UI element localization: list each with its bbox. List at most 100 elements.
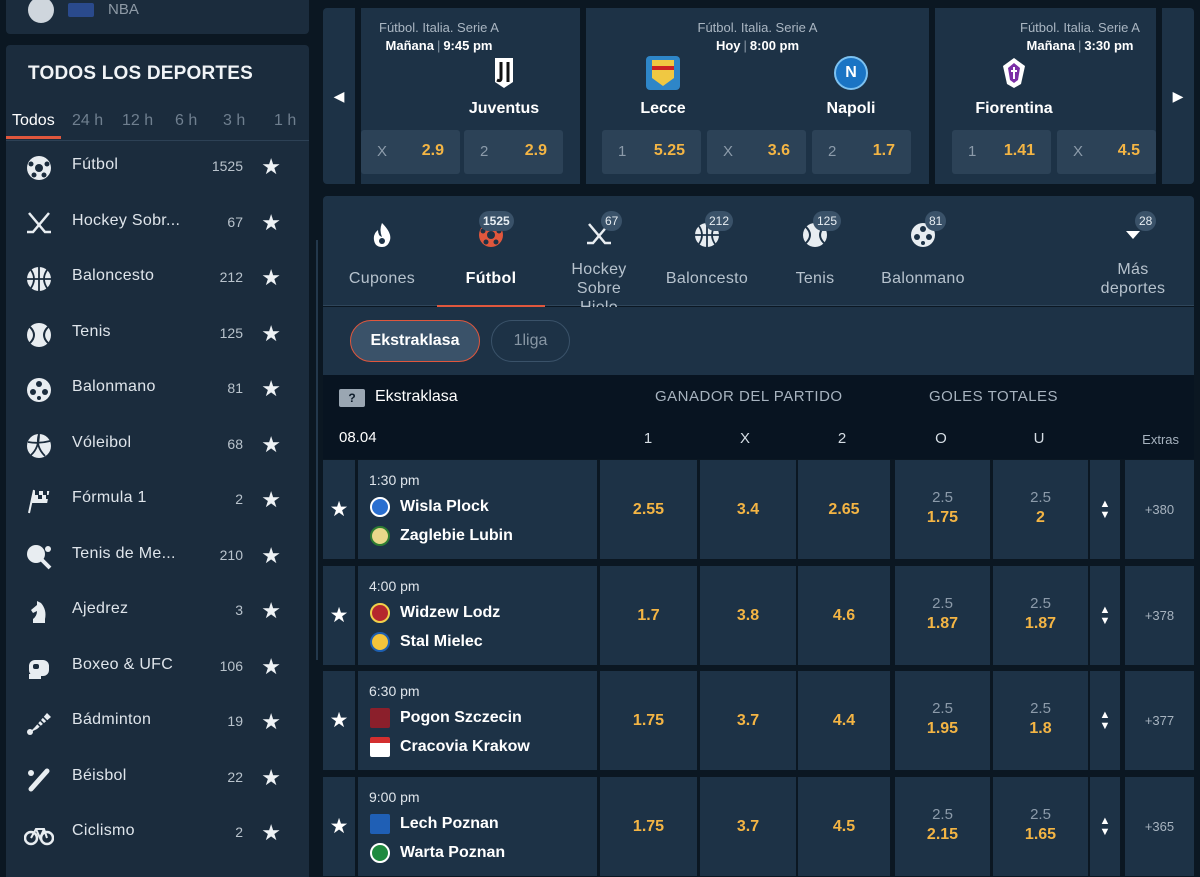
odd-2-button[interactable]: 4.4: [798, 671, 890, 770]
sidebar-item-tenis-de-mesa[interactable]: Tenis de Me... 210 ★: [6, 529, 309, 584]
odd-under-button[interactable]: 2.5 1.8: [993, 671, 1088, 770]
odd-1-button[interactable]: 1.7: [600, 566, 697, 665]
odd-x-button[interactable]: 3.8: [700, 566, 796, 665]
favorite-star-icon[interactable]: ★: [323, 777, 355, 876]
odd-button[interactable]: 2 2.9: [464, 130, 563, 174]
odd-2-button[interactable]: 4.6: [798, 566, 890, 665]
favorite-star-icon[interactable]: ★: [261, 487, 281, 513]
tab-balonmano[interactable]: 81 Balonmano: [871, 196, 975, 306]
odd-over-button[interactable]: 2.5 1.95: [895, 671, 990, 770]
card-away-team: Napoli: [826, 100, 876, 117]
match-info[interactable]: 6:30 pm Pogon Szczecin Cracovia Krakow: [358, 671, 597, 770]
match-info[interactable]: 9:00 pm Lech Poznan Warta Poznan: [358, 777, 597, 876]
odd-under-button[interactable]: 2.5 1.87: [993, 566, 1088, 665]
sidebar-item-hockey[interactable]: Hockey Sobr... 67 ★: [6, 196, 309, 251]
team-crest-icon: [370, 526, 390, 546]
time-filter-6h[interactable]: 6 h: [175, 111, 197, 139]
tennis-ball-icon: [24, 320, 54, 350]
sidebar-item-tenis[interactable]: Tenis 125 ★: [6, 307, 309, 362]
odd-label: 1: [618, 143, 627, 160]
odd-under-button[interactable]: 2.5 2: [993, 460, 1088, 559]
odd-x-button[interactable]: 3.7: [700, 671, 796, 770]
favorite-star-icon[interactable]: ★: [261, 210, 281, 236]
time-filter-3h[interactable]: 3 h: [223, 111, 245, 139]
odd-button[interactable]: 1 1.41: [952, 130, 1051, 174]
featured-match-card[interactable]: Fútbol. Italia. Serie A Hoy | 8:00 pm Lecc…: [586, 8, 929, 184]
sidebar-scrollbar[interactable]: [316, 240, 318, 660]
odd-1-button[interactable]: 1.75: [600, 777, 697, 876]
odd-button[interactable]: 2 1.7: [812, 130, 911, 174]
odd-2-button[interactable]: 2.65: [798, 460, 890, 559]
more-markets-button[interactable]: +380: [1125, 460, 1194, 559]
sidebar-item-ciclismo[interactable]: Ciclismo 2 ★: [6, 806, 309, 861]
line-switch-icon[interactable]: ▲ ▼: [1090, 777, 1120, 876]
league-pill-1liga[interactable]: 1liga: [491, 320, 570, 362]
odd-1-button[interactable]: 2.55: [600, 460, 697, 559]
featured-match-card[interactable]: Fútbol. Italia. Serie A Mañana | 3:30 pm F…: [935, 8, 1156, 184]
tab-count-badge: 125: [813, 211, 842, 231]
match-info[interactable]: 1:30 pm Wisla Plock Zaglebie Lubin: [358, 460, 597, 559]
favorite-star-icon[interactable]: ★: [323, 566, 355, 665]
favorite-star-icon[interactable]: ★: [323, 460, 355, 559]
featured-match-card[interactable]: Fútbol. Italia. Serie A Mañana | 9:45 pm J…: [361, 8, 580, 184]
favorite-star-icon[interactable]: ★: [261, 765, 281, 791]
sidebar-item-futbol[interactable]: Fútbol 1525 ★: [6, 140, 309, 195]
odd-1-button[interactable]: 1.75: [600, 671, 697, 770]
odd-button[interactable]: X 2.9: [361, 130, 460, 174]
time-filter-12h[interactable]: 12 h: [122, 111, 153, 139]
tab-tenis[interactable]: 125 Tenis: [771, 196, 859, 306]
favorite-star-icon[interactable]: ★: [261, 432, 281, 458]
line-switch-icon[interactable]: ▲ ▼: [1090, 671, 1120, 770]
odd-over-button[interactable]: 2.5 2.15: [895, 777, 990, 876]
favorite-star-icon[interactable]: ★: [261, 709, 281, 735]
favorite-star-icon[interactable]: ★: [323, 671, 355, 770]
odd-over-button[interactable]: 2.5 1.87: [895, 566, 990, 665]
time-filter-1h[interactable]: 1 h: [274, 111, 296, 139]
favorite-star-icon[interactable]: ★: [261, 376, 281, 402]
more-markets-button[interactable]: +377: [1125, 671, 1194, 770]
odd-button[interactable]: X 4.5: [1057, 130, 1156, 174]
favorite-star-icon[interactable]: ★: [261, 265, 281, 291]
odd-x-button[interactable]: 3.7: [700, 777, 796, 876]
favorite-star-icon[interactable]: ★: [261, 820, 281, 846]
odd-2-button[interactable]: 4.5: [798, 777, 890, 876]
carousel-next-button[interactable]: ▶: [1162, 8, 1194, 184]
team-crest-icon: [370, 737, 390, 757]
favorite-star-icon[interactable]: ★: [261, 543, 281, 569]
tab-cupones[interactable]: Cupones: [337, 196, 427, 306]
tab-futbol[interactable]: 1525 Fútbol: [437, 196, 545, 307]
sidebar-item-nba[interactable]: NBA: [6, 0, 309, 34]
more-markets-button[interactable]: +378: [1125, 566, 1194, 665]
odd-button[interactable]: 1 5.25: [602, 130, 701, 174]
time-filter-all[interactable]: Todos: [6, 111, 61, 139]
time-filter-24h[interactable]: 24 h: [72, 111, 103, 139]
odd-under-button[interactable]: 2.5 1.65: [993, 777, 1088, 876]
col-header-under: U: [1033, 430, 1045, 447]
sidebar-item-beisbol[interactable]: Béisbol 22 ★: [6, 751, 309, 806]
league-pill-ekstraklasa[interactable]: Ekstraklasa: [350, 320, 480, 362]
favorite-star-icon[interactable]: ★: [261, 598, 281, 624]
tab-mas-deportes[interactable]: 28 Más deportes: [1093, 196, 1173, 306]
sidebar-item-balonmano[interactable]: Balonmano 81 ★: [6, 362, 309, 417]
match-info[interactable]: 4:00 pm Widzew Lodz Stal Mielec: [358, 566, 597, 665]
tab-hockey[interactable]: 67 Hockey Sobre Hielo: [551, 196, 647, 316]
more-markets-button[interactable]: +365: [1125, 777, 1194, 876]
odd-x-button[interactable]: 3.4: [700, 460, 796, 559]
sidebar-item-ajedrez[interactable]: Ajedrez 3 ★: [6, 584, 309, 639]
sidebar-item-baloncesto[interactable]: Baloncesto 212 ★: [6, 251, 309, 306]
sidebar-item-boxeo[interactable]: Boxeo & UFC 106 ★: [6, 640, 309, 695]
line-switch-icon[interactable]: ▲ ▼: [1090, 566, 1120, 665]
line-switch-icon[interactable]: ▲ ▼: [1090, 460, 1120, 559]
featured-matches-carousel: ◀ Fútbol. Italia. Serie A Mañana | 9:45 pm…: [323, 6, 1194, 184]
sidebar-item-formula1[interactable]: Fórmula 1 2 ★: [6, 473, 309, 528]
odd-button[interactable]: X 3.6: [707, 130, 806, 174]
favorite-star-icon[interactable]: ★: [261, 654, 281, 680]
favorite-star-icon[interactable]: ★: [261, 321, 281, 347]
sidebar-item-badminton[interactable]: Bádminton 19 ★: [6, 695, 309, 750]
odd-over-button[interactable]: 2.5 1.75: [895, 460, 990, 559]
sidebar-item-voleibol[interactable]: Vóleibol 68 ★: [6, 418, 309, 473]
tab-baloncesto[interactable]: 212 Baloncesto: [655, 196, 759, 306]
home-team-name: Lech Poznan: [400, 815, 499, 832]
favorite-star-icon[interactable]: ★: [261, 154, 281, 180]
carousel-prev-button[interactable]: ◀: [323, 8, 355, 184]
